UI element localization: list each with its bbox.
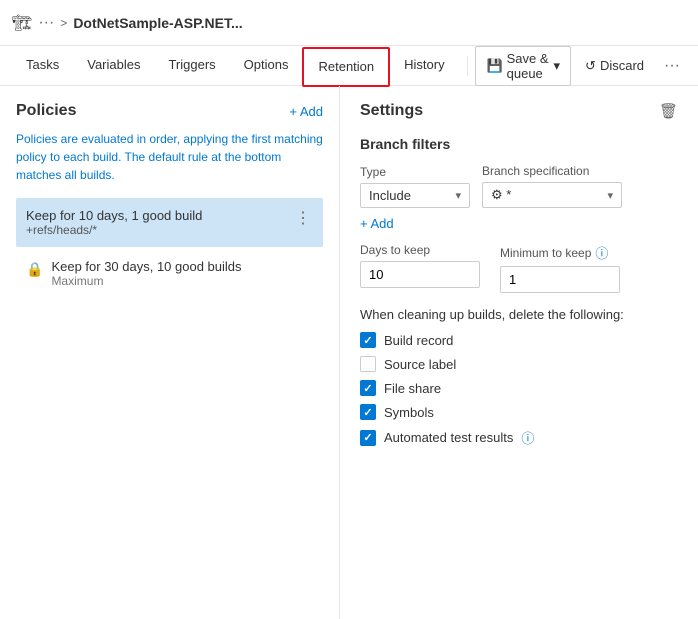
type-value: Include [369, 188, 411, 203]
nav-actions: 💾 Save & queue ▾ ↺ Discard ··· [475, 46, 686, 86]
type-chevron-icon: ▾ [455, 189, 461, 202]
breadcrumb-separator: > [60, 16, 67, 30]
type-label: Type [360, 165, 470, 179]
save-dropdown-icon: ▾ [554, 58, 561, 74]
checkbox-build_record[interactable] [360, 332, 376, 348]
days-to-keep-group: Days to keep [360, 243, 480, 293]
checkbox-label-symbols: Symbols [384, 405, 434, 420]
cleanup-label: When cleaning up builds, delete the foll… [360, 307, 678, 322]
days-to-keep-label: Days to keep [360, 243, 480, 257]
tab-history[interactable]: History [390, 46, 458, 86]
automated_test-info-icon[interactable]: ⓘ [521, 428, 534, 447]
branch-spec-label: Branch specification [482, 164, 622, 178]
policies-description: Policies are evaluated in order, applyin… [16, 130, 323, 184]
tab-variables[interactable]: Variables [73, 46, 154, 86]
branch-spec-chevron-icon: ▾ [607, 189, 613, 202]
save-queue-button[interactable]: 💾 Save & queue ▾ [475, 46, 571, 86]
main-layout: Policies + Add Policies are evaluated in… [0, 86, 698, 619]
branch-spec-select[interactable]: ⚙ * ▾ [482, 182, 622, 208]
save-icon: 💾 [486, 58, 502, 74]
checkbox-source_label[interactable] [360, 356, 376, 372]
build-icon: 🏗 [12, 13, 32, 33]
type-select[interactable]: Include ▾ [360, 183, 470, 208]
filters-row: Type Include ▾ Branch specification ⚙ * … [360, 164, 678, 208]
fields-row: Days to keep Minimum to keep ⓘ [360, 243, 678, 293]
checkboxes-container: Build record Source label File share Symbol… [360, 332, 678, 447]
checkbox-item-file_share[interactable]: File share [360, 380, 678, 396]
policy-item-2-name: Keep for 30 days, 10 good builds [51, 259, 241, 274]
policy-item-1[interactable]: Keep for 10 days, 1 good build +refs/hea… [16, 198, 323, 247]
checkbox-symbols[interactable] [360, 404, 376, 420]
min-to-keep-info-icon[interactable]: ⓘ [595, 243, 608, 262]
checkbox-item-symbols[interactable]: Symbols [360, 404, 678, 420]
policy-item-1-content: Keep for 10 days, 1 good build +refs/hea… [26, 208, 202, 237]
min-to-keep-label: Minimum to keep [500, 246, 591, 260]
checkbox-label-source_label: Source label [384, 357, 456, 372]
checkbox-file_share[interactable] [360, 380, 376, 396]
checkbox-label-build_record: Build record [384, 333, 453, 348]
type-field-group: Type Include ▾ [360, 165, 470, 208]
breadcrumb-more[interactable]: ··· [38, 14, 54, 32]
discard-button[interactable]: ↺ Discard [575, 54, 654, 78]
policy-item-1-name: Keep for 10 days, 1 good build [26, 208, 202, 223]
min-to-keep-input[interactable] [500, 266, 620, 293]
checkbox-item-automated_test[interactable]: Automated test results ⓘ [360, 428, 678, 447]
checkbox-item-source_label[interactable]: Source label [360, 356, 678, 372]
discard-icon: ↺ [585, 58, 596, 74]
tab-triggers[interactable]: Triggers [154, 46, 229, 86]
policy-item-1-sub: +refs/heads/* [26, 223, 202, 237]
branch-spec-field-group: Branch specification ⚙ * ▾ [482, 164, 622, 208]
nav-more-button[interactable]: ··· [658, 53, 686, 79]
right-panel: Settings 🗑 Branch filters Type Include ▾… [340, 86, 698, 619]
settings-title: Settings [360, 102, 423, 120]
checkbox-item-build_record[interactable]: Build record [360, 332, 678, 348]
days-to-keep-input[interactable] [360, 261, 480, 288]
delete-button[interactable]: 🗑 [659, 102, 678, 120]
branch-filters-title: Branch filters [360, 136, 678, 152]
policy-item-2[interactable]: 🔒 Keep for 30 days, 10 good builds Maxim… [16, 249, 323, 298]
checkbox-label-automated_test: Automated test results [384, 430, 513, 445]
checkbox-label-file_share: File share [384, 381, 441, 396]
add-filter-button[interactable]: + Add [360, 216, 678, 231]
policy-item-1-more[interactable]: ⋮ [293, 208, 313, 228]
policies-title: Policies [16, 102, 76, 120]
nav-divider [467, 56, 468, 76]
policy-item-2-content: Keep for 30 days, 10 good builds Maximum [51, 259, 241, 288]
discard-label: Discard [600, 58, 644, 73]
policy-item-2-lock-row: 🔒 Keep for 30 days, 10 good builds Maxim… [26, 259, 242, 288]
nav-tabs: Tasks Variables Triggers Options Retenti… [0, 46, 698, 86]
page-title: DotNetSample-ASP.NET... [73, 15, 242, 31]
lock-icon: 🔒 [26, 261, 43, 278]
add-policy-button[interactable]: + Add [289, 104, 323, 119]
tab-options[interactable]: Options [230, 46, 303, 86]
policy-item-2-sub: Maximum [51, 274, 241, 288]
settings-header: Settings 🗑 [360, 102, 678, 120]
tab-tasks[interactable]: Tasks [12, 46, 73, 86]
policies-header: Policies + Add [16, 102, 323, 120]
left-panel: Policies + Add Policies are evaluated in… [0, 86, 340, 619]
checkbox-automated_test[interactable] [360, 430, 376, 446]
save-queue-label: Save & queue [507, 51, 550, 81]
header: 🏗 ··· > DotNetSample-ASP.NET... [0, 0, 698, 46]
min-to-keep-group: Minimum to keep ⓘ [500, 243, 620, 293]
branch-spec-value: ⚙ * [491, 187, 511, 203]
tab-retention[interactable]: Retention [302, 47, 390, 87]
